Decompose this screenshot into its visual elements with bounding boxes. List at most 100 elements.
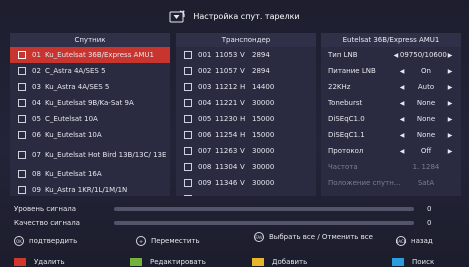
satellite-name: Ku_Eutelsat Hot Bird 13B/13C/ 13E — [45, 150, 167, 159]
satellite-row[interactable]: 02 C_Astra 4A/SES 5 — [10, 63, 170, 79]
satellite-row[interactable]: 03 Ku_Astra 4A/SES 5 — [10, 79, 170, 95]
tp-frequency: 11053 — [215, 51, 238, 59]
transponder-row[interactable]: 006 11254 H 15000 — [176, 127, 316, 143]
checkbox[interactable] — [184, 131, 192, 139]
arrow-left-icon[interactable]: ◀ — [398, 68, 406, 75]
checkbox[interactable] — [184, 195, 192, 196]
setting-label: DiSEqC1.0 — [328, 115, 365, 123]
setting-value: Off — [420, 147, 432, 155]
setting-value-selector[interactable]: ◀ 09750/10600 ▶ — [392, 51, 454, 59]
satellite-name: Ku_Eutelsat 36B/Express AMU1 — [45, 51, 154, 59]
tp-symbol-rate: 30000 — [252, 179, 275, 187]
checkbox[interactable] — [184, 163, 192, 171]
setting-protocol[interactable]: Протокол ◀ Off ▶ — [321, 143, 461, 159]
checkbox[interactable] — [18, 83, 26, 91]
checkbox[interactable] — [18, 150, 26, 159]
back-key-icon: BACK — [396, 236, 406, 246]
transponder-row[interactable]: 007 11263 V 30000 — [176, 143, 316, 159]
blue-button[interactable]: Поиск — [392, 257, 434, 267]
green-button[interactable]: Редактировать — [130, 257, 206, 267]
setting-value-selector: ◀ SatA ▶ — [392, 179, 454, 187]
arrow-right-icon[interactable]: ▶ — [446, 68, 454, 75]
help-move[interactable]: ✛ Переместить — [136, 236, 200, 246]
tp-polarization: V — [240, 99, 245, 107]
checkbox[interactable] — [184, 67, 192, 75]
arrow-left-icon[interactable]: ◀ — [398, 132, 406, 139]
transponder-row[interactable]: 002 11057 V 2894 — [176, 63, 316, 79]
help-select-all[interactable]: FAV Выбрать все / Отменить все — [254, 232, 374, 242]
checkbox[interactable] — [18, 67, 26, 75]
satellite-row[interactable]: 01 Ku_Eutelsat 36B/Express AMU1 — [10, 47, 170, 63]
checkbox[interactable] — [18, 51, 26, 59]
setting-lnb-power[interactable]: Питание LNB ◀ On ▶ — [321, 63, 461, 79]
satellite-number: 09 — [32, 186, 41, 194]
checkbox[interactable] — [18, 115, 26, 123]
tp-polarization: H — [240, 131, 246, 139]
checkbox[interactable] — [18, 186, 26, 194]
satellite-row[interactable]: 08 Ku_Eutelsat 16A — [10, 166, 170, 182]
arrow-left-icon[interactable]: ◀ — [392, 52, 400, 59]
tp-polarization: V — [240, 163, 245, 171]
checkbox[interactable] — [184, 115, 192, 123]
transponder-row[interactable]: 001 11053 V 2894 — [176, 47, 316, 63]
setting-label: DiSEqC1.1 — [328, 131, 365, 139]
transponder-row[interactable]: 005 11230 H 15000 — [176, 111, 316, 127]
ok-key-icon: OK — [14, 236, 24, 246]
setting-22khz[interactable]: 22KHz ◀ Auto ▶ — [321, 79, 461, 95]
checkbox[interactable] — [18, 170, 26, 178]
setting-value-selector[interactable]: ◀ Off ▶ — [392, 147, 454, 155]
tp-number: 005 — [198, 115, 212, 123]
checkbox[interactable] — [184, 179, 192, 187]
arrow-right-icon[interactable]: ▶ — [446, 100, 454, 107]
satellite-row[interactable]: 04 Ku_Eutelsat 9B/Ka-Sat 9A — [10, 95, 170, 111]
satellite-row[interactable]: 09 Ku_Astra 1KR/1L/1M/1N — [10, 182, 170, 196]
checkbox[interactable] — [18, 99, 26, 107]
tp-frequency: 11057 — [215, 67, 238, 75]
arrow-left-icon[interactable]: ◀ — [398, 84, 406, 91]
help-ok[interactable]: OK подтвердить — [14, 236, 77, 246]
arrow-left-icon[interactable]: ◀ — [398, 148, 406, 155]
setting-diseqc11[interactable]: DiSEqC1.1 ◀ None ▶ — [321, 127, 461, 143]
transponder-row[interactable]: 010 11387 V 30000 — [176, 191, 316, 196]
red-button[interactable]: Удалить — [14, 257, 65, 267]
checkbox[interactable] — [184, 51, 192, 59]
setting-lnb-type[interactable]: Тип LNB ◀ 09750/10600 ▶ — [321, 47, 461, 63]
yellow-button[interactable]: Добавить — [252, 257, 307, 267]
checkbox[interactable] — [184, 83, 192, 91]
setting-value-selector[interactable]: ◀ None ▶ — [392, 115, 454, 123]
setting-value: SatA — [417, 179, 435, 187]
setting-value-selector[interactable]: ◀ On ▶ — [392, 67, 454, 75]
help-bar: OK подтвердить ✛ Переместить FAV Выбрать… — [14, 232, 464, 251]
tp-polarization: H — [240, 83, 246, 91]
satellite-name: Ku_Eutelsat 10A — [45, 131, 102, 139]
setting-diseqc10[interactable]: DiSEqC1.0 ◀ None ▶ — [321, 111, 461, 127]
checkbox[interactable] — [18, 131, 26, 139]
arrow-right-icon[interactable]: ▶ — [446, 52, 454, 59]
transponder-row[interactable]: 004 11221 V 30000 — [176, 95, 316, 111]
arrow-left-icon[interactable]: ◀ — [398, 100, 406, 107]
help-back[interactable]: BACK назад — [396, 236, 433, 246]
arrow-right-icon[interactable]: ▶ — [446, 84, 454, 91]
satellite-row[interactable]: 06 Ku_Eutelsat 10A — [10, 127, 170, 143]
arrow-right-icon[interactable]: ▶ — [446, 132, 454, 139]
tp-frequency: 11304 — [215, 163, 238, 171]
setting-value-selector[interactable]: ◀ Auto ▶ — [392, 83, 454, 91]
setting-value-selector[interactable]: ◀ None ▶ — [392, 131, 454, 139]
satellite-row[interactable]: 05 C_Eutelsat 10A — [10, 111, 170, 127]
tp-frequency: 11387 — [215, 195, 240, 196]
red-key-icon — [14, 258, 26, 266]
transponder-row[interactable]: 009 11346 V 30000 — [176, 175, 316, 191]
setting-value-selector[interactable]: ◀ None ▶ — [392, 99, 454, 107]
checkbox[interactable] — [184, 99, 192, 107]
yellow-button-label: Добавить — [272, 258, 308, 266]
arrow-left-icon[interactable]: ◀ — [398, 116, 406, 123]
setting-toneburst[interactable]: Toneburst ◀ None ▶ — [321, 95, 461, 111]
transponder-row[interactable]: 008 11304 V 30000 — [176, 159, 316, 175]
arrow-right-icon[interactable]: ▶ — [446, 116, 454, 123]
satellite-row[interactable]: 07 Ku_Eutelsat Hot Bird 13B/13C/ 13E — [10, 143, 170, 166]
transponder-row[interactable]: 003 11212 H 14400 — [176, 79, 316, 95]
tp-symbol-rate: 14400 — [252, 83, 275, 91]
arrow-right-icon[interactable]: ▶ — [446, 148, 454, 155]
checkbox[interactable] — [184, 147, 192, 155]
setting-value: None — [416, 99, 436, 107]
